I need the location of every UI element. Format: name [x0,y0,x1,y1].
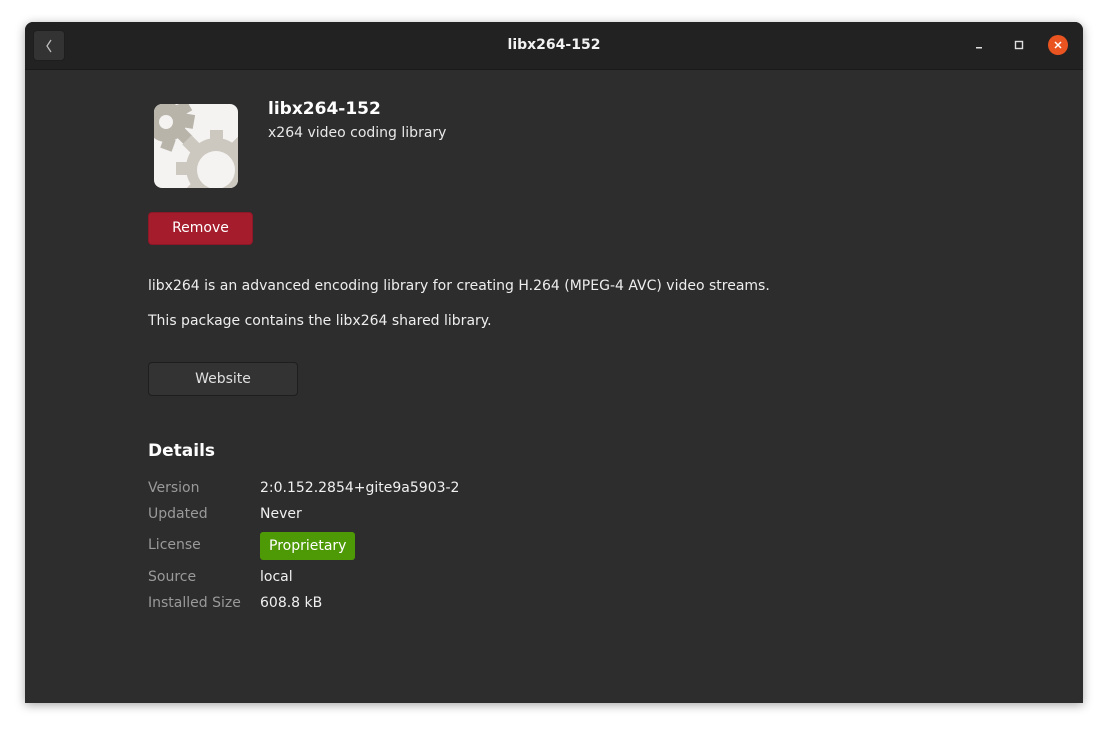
detail-label-version: Version [148,480,200,496]
detail-value-installed-size: 608.8 kB [260,595,323,611]
website-button[interactable]: Website [148,362,298,396]
detail-label-source: Source [148,569,197,585]
details-heading: Details [148,441,216,461]
license-badge[interactable]: Proprietary [260,532,356,560]
description-paragraph: libx264 is an advanced encoding library … [148,278,770,294]
app-summary: x264 video coding library [268,125,447,141]
app-window: libx264-152 libx264-152 x264 video codin… [25,22,1083,703]
minimize-icon [976,47,982,49]
close-button[interactable] [1048,35,1068,55]
maximize-icon [1014,40,1024,50]
chevron-left-icon [46,39,52,52]
detail-value-source: local [260,569,293,585]
app-name: libx264-152 [268,99,381,119]
back-button[interactable] [33,30,65,61]
gear-package-icon [154,104,238,188]
remove-button[interactable]: Remove [148,212,253,245]
detail-value-updated: Never [260,506,302,522]
detail-label-license: License [148,537,201,553]
window-title: libx264-152 [507,37,601,53]
detail-label-updated: Updated [148,506,208,522]
maximize-button[interactable] [1009,35,1029,55]
title-bar: libx264-152 [25,22,1083,70]
description-paragraph: This package contains the libx264 shared… [148,313,492,329]
close-icon [1054,41,1062,49]
detail-label-installed-size: Installed Size [148,595,241,611]
minimize-button[interactable] [969,35,989,55]
detail-value-version: 2:0.152.2854+gite9a5903-2 [260,480,460,496]
